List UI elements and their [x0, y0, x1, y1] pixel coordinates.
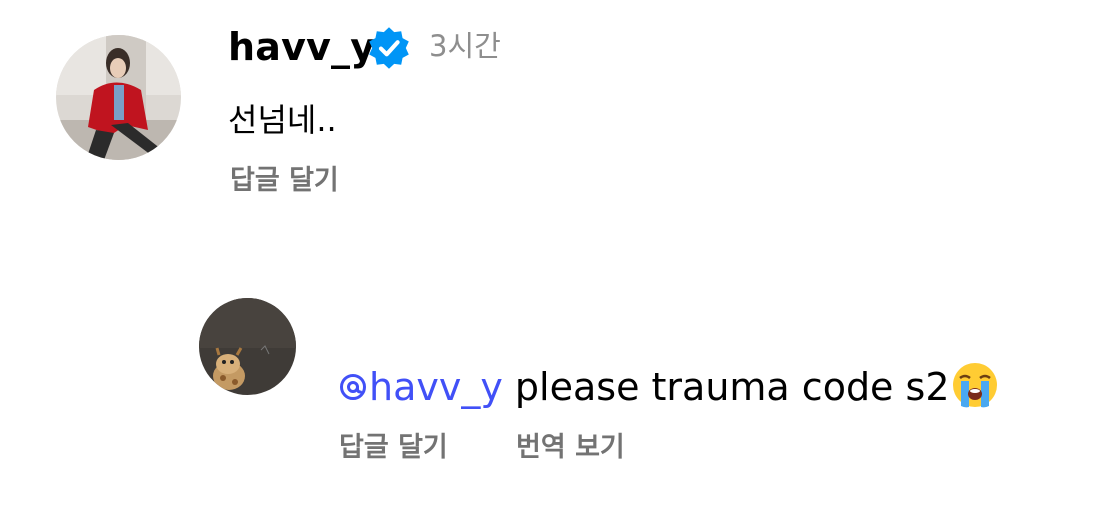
loudly-crying-face-emoji [952, 363, 997, 408]
verified-badge-icon [369, 27, 409, 69]
threads-at-icon [340, 374, 366, 400]
nested-reply-button[interactable]: 답글 달기 [339, 430, 448, 466]
reply-body: please trauma code s2 [502, 365, 950, 409]
mention-username[interactable]: havv_y [369, 365, 503, 409]
reply-text: havv_y please trauma code s2 [338, 360, 1000, 412]
reply-avatar[interactable] [199, 298, 296, 395]
mention-link[interactable]: havv_y [338, 365, 503, 409]
reply-button[interactable]: 답글 달기 [230, 163, 339, 199]
timestamp: 3시간 [429, 29, 501, 63]
username[interactable]: havv_y [228, 23, 375, 71]
avatar[interactable] [56, 35, 181, 160]
comment-text: 선넘네.. [228, 101, 337, 139]
see-translation-button[interactable]: 번역 보기 [516, 430, 625, 466]
